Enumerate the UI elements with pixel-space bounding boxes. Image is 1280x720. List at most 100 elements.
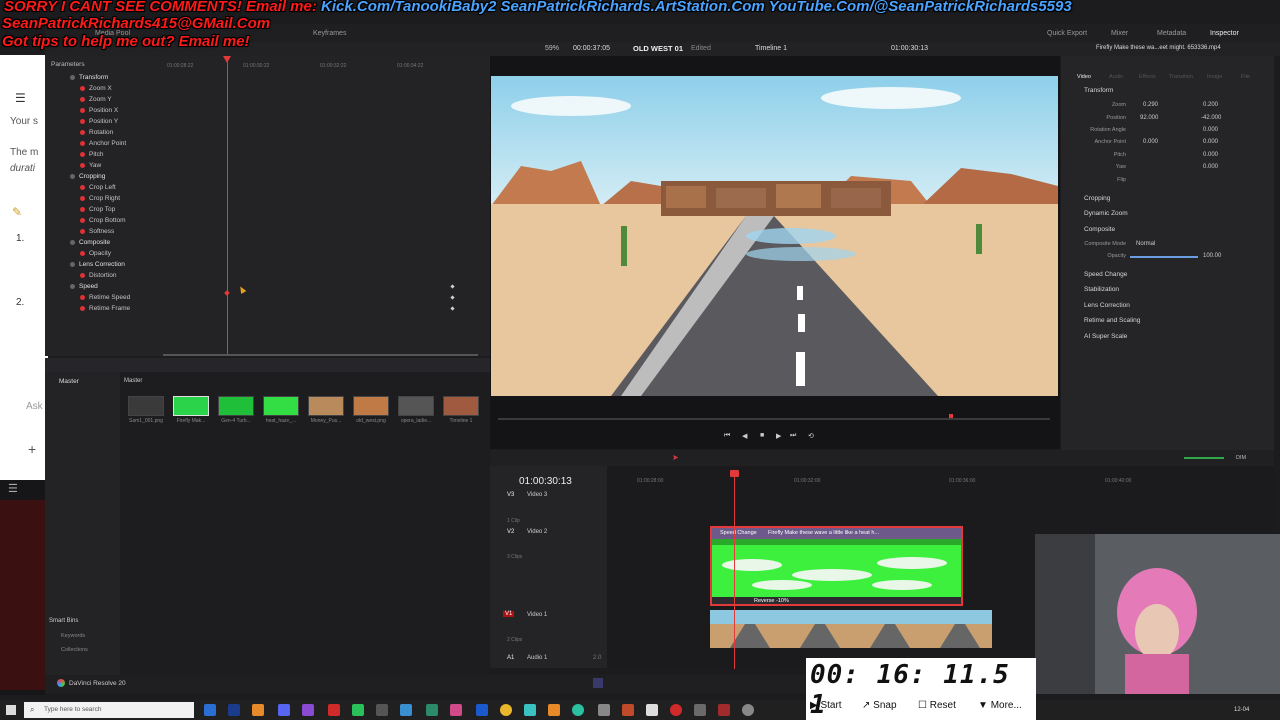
media-clip-thumbnail[interactable]	[128, 396, 164, 416]
param-row[interactable]: Position X	[80, 105, 190, 116]
start-button[interactable]: ▶ Start	[810, 700, 842, 711]
taskbar-app-10-icon[interactable]	[426, 704, 438, 716]
param-row[interactable]: Zoom X	[80, 83, 190, 94]
taskbar-app-3-icon[interactable]	[252, 704, 264, 716]
media-clip-thumbnail[interactable]	[308, 396, 344, 416]
param-row[interactable]: Transform	[70, 72, 180, 83]
hamburger-icon[interactable]: ☰	[15, 91, 26, 105]
timeline-playhead[interactable]	[734, 473, 735, 669]
dynamic-zoom-section[interactable]: Dynamic Zoom	[1084, 210, 1128, 217]
keyframe-playhead-top[interactable]	[223, 56, 231, 63]
taskbar-app-2-icon[interactable]	[228, 704, 240, 716]
stabilization-section[interactable]: Stabilization	[1084, 286, 1119, 293]
param-row[interactable]: Zoom Y	[80, 94, 190, 105]
v2-clip[interactable]: Speed Change Firefly Make these wave a l…	[710, 526, 963, 606]
plus-icon[interactable]: +	[28, 441, 36, 457]
super-scale-section[interactable]: AI Super Scale	[1084, 333, 1127, 340]
step-back-icon[interactable]: ◀	[742, 432, 747, 440]
more-button[interactable]: ▼ More...	[978, 700, 1022, 711]
windows-start-icon[interactable]	[6, 705, 16, 715]
param-row[interactable]: Rotation	[80, 127, 190, 138]
viewer-frame[interactable]	[491, 76, 1058, 396]
quick-export-tab[interactable]: Quick Export	[1047, 30, 1087, 37]
keyframe-end-marker[interactable]	[450, 284, 455, 289]
keywords-bin[interactable]: Keywords	[61, 633, 85, 639]
taskbar-search[interactable]: ⌕ Type here to search	[24, 702, 194, 718]
cropping-section[interactable]: Cropping	[1084, 195, 1110, 202]
play-icon[interactable]: ▶	[776, 432, 781, 440]
zoom-y-value[interactable]: 0.200	[1203, 102, 1218, 108]
media-clip-thumbnail[interactable]	[173, 396, 209, 416]
taskbar-app-11-icon[interactable]	[450, 704, 462, 716]
taskbar-app-12-icon[interactable]	[476, 704, 488, 716]
inspector-tab[interactable]: Inspector	[1210, 30, 1239, 37]
taskbar-edge-icon[interactable]	[572, 704, 584, 716]
taskbar-app-6-icon[interactable]	[328, 704, 340, 716]
param-row[interactable]: Crop Top	[80, 204, 190, 215]
zoom-level[interactable]: 59%	[545, 45, 559, 52]
position-x-value[interactable]: 92.000	[1140, 115, 1158, 121]
timeline-dropdown[interactable]: Timeline 1	[755, 45, 787, 52]
loop-icon[interactable]: ⟲	[808, 432, 814, 440]
media-clip-thumbnail[interactable]	[218, 396, 254, 416]
param-row[interactable]: Pitch	[80, 149, 190, 160]
taskbar-app-17-icon[interactable]	[646, 704, 658, 716]
opacity-value[interactable]: 100.00	[1203, 253, 1221, 259]
keyframe-end-marker-3[interactable]	[450, 306, 455, 311]
param-row[interactable]: Crop Bottom	[80, 215, 190, 226]
keyframe-playhead[interactable]	[227, 56, 228, 354]
param-row[interactable]: Crop Left	[80, 182, 190, 193]
volume-slider[interactable]	[1184, 457, 1224, 459]
taskbar-app-1-icon[interactable]	[204, 704, 216, 716]
taskbar-app-15-icon[interactable]	[598, 704, 610, 716]
composite-mode-value[interactable]: Normal	[1136, 241, 1155, 247]
mixer-tab[interactable]: Mixer	[1111, 30, 1128, 37]
media-clip-thumbnail[interactable]	[263, 396, 299, 416]
select-tool-icon[interactable]: ➤	[672, 453, 679, 462]
param-row[interactable]: Anchor Point	[80, 138, 190, 149]
taskbar-app-18-icon[interactable]	[670, 704, 682, 716]
taskbar-app-19-icon[interactable]	[694, 704, 706, 716]
dim-button[interactable]: DIM	[1236, 455, 1246, 461]
taskbar-app-14-icon[interactable]	[548, 704, 560, 716]
param-row[interactable]: Yaw	[80, 160, 190, 171]
taskbar-app-4-icon[interactable]	[278, 704, 290, 716]
taskbar-app-5-icon[interactable]	[302, 704, 314, 716]
pitch-value[interactable]: 0.000	[1203, 152, 1218, 158]
opacity-slider[interactable]	[1130, 256, 1198, 258]
taskbar-chrome-icon[interactable]	[500, 704, 512, 716]
keyframes-tab[interactable]: Keyframes	[313, 30, 346, 37]
edit-page-icon[interactable]	[593, 678, 603, 688]
browser-ask[interactable]: Ask	[26, 401, 43, 412]
metadata-tab[interactable]: Metadata	[1157, 30, 1186, 37]
taskbar-app-20-icon[interactable]	[718, 704, 730, 716]
param-row[interactable]: Softness	[80, 226, 190, 237]
timeline-playhead-head[interactable]	[730, 470, 739, 477]
retime-scaling-section[interactable]: Retime and Scaling	[1084, 317, 1140, 324]
media-clip-thumbnail[interactable]	[443, 396, 479, 416]
param-row[interactable]: Crop Right	[80, 193, 190, 204]
inspector-tab-audio[interactable]: Audio	[1109, 74, 1123, 80]
taskbar-app-7-icon[interactable]	[352, 704, 364, 716]
param-row[interactable]: Opacity	[80, 248, 190, 259]
param-row[interactable]: Retime Frame	[80, 303, 190, 314]
lens-correction-section[interactable]: Lens Correction	[1084, 302, 1130, 309]
anchor-y-value[interactable]: 0.000	[1203, 139, 1218, 145]
rotation-value[interactable]: 0.000	[1203, 127, 1218, 133]
composite-section[interactable]: Composite	[1084, 226, 1115, 233]
taskbar-app-9-icon[interactable]	[400, 704, 412, 716]
skip-forward-icon[interactable]: ⏭	[790, 432, 796, 440]
taskbar-settings-icon[interactable]	[742, 704, 754, 716]
inspector-tab-file[interactable]: File	[1241, 74, 1250, 80]
param-row[interactable]: Speed	[70, 281, 180, 292]
param-row[interactable]: Composite	[70, 237, 180, 248]
inspector-tab-video[interactable]: Video	[1077, 74, 1091, 80]
anchor-x-value[interactable]: 0.000	[1143, 139, 1158, 145]
inspector-tab-transition[interactable]: Transition	[1169, 74, 1193, 80]
position-y-value[interactable]: -42.000	[1201, 115, 1221, 121]
param-row[interactable]: Lens Correction	[70, 259, 180, 270]
param-row[interactable]: Distortion	[80, 270, 190, 281]
param-row[interactable]: Retime Speed	[80, 292, 190, 303]
stop-icon[interactable]: ■	[760, 432, 764, 439]
media-clip-thumbnail[interactable]	[398, 396, 434, 416]
